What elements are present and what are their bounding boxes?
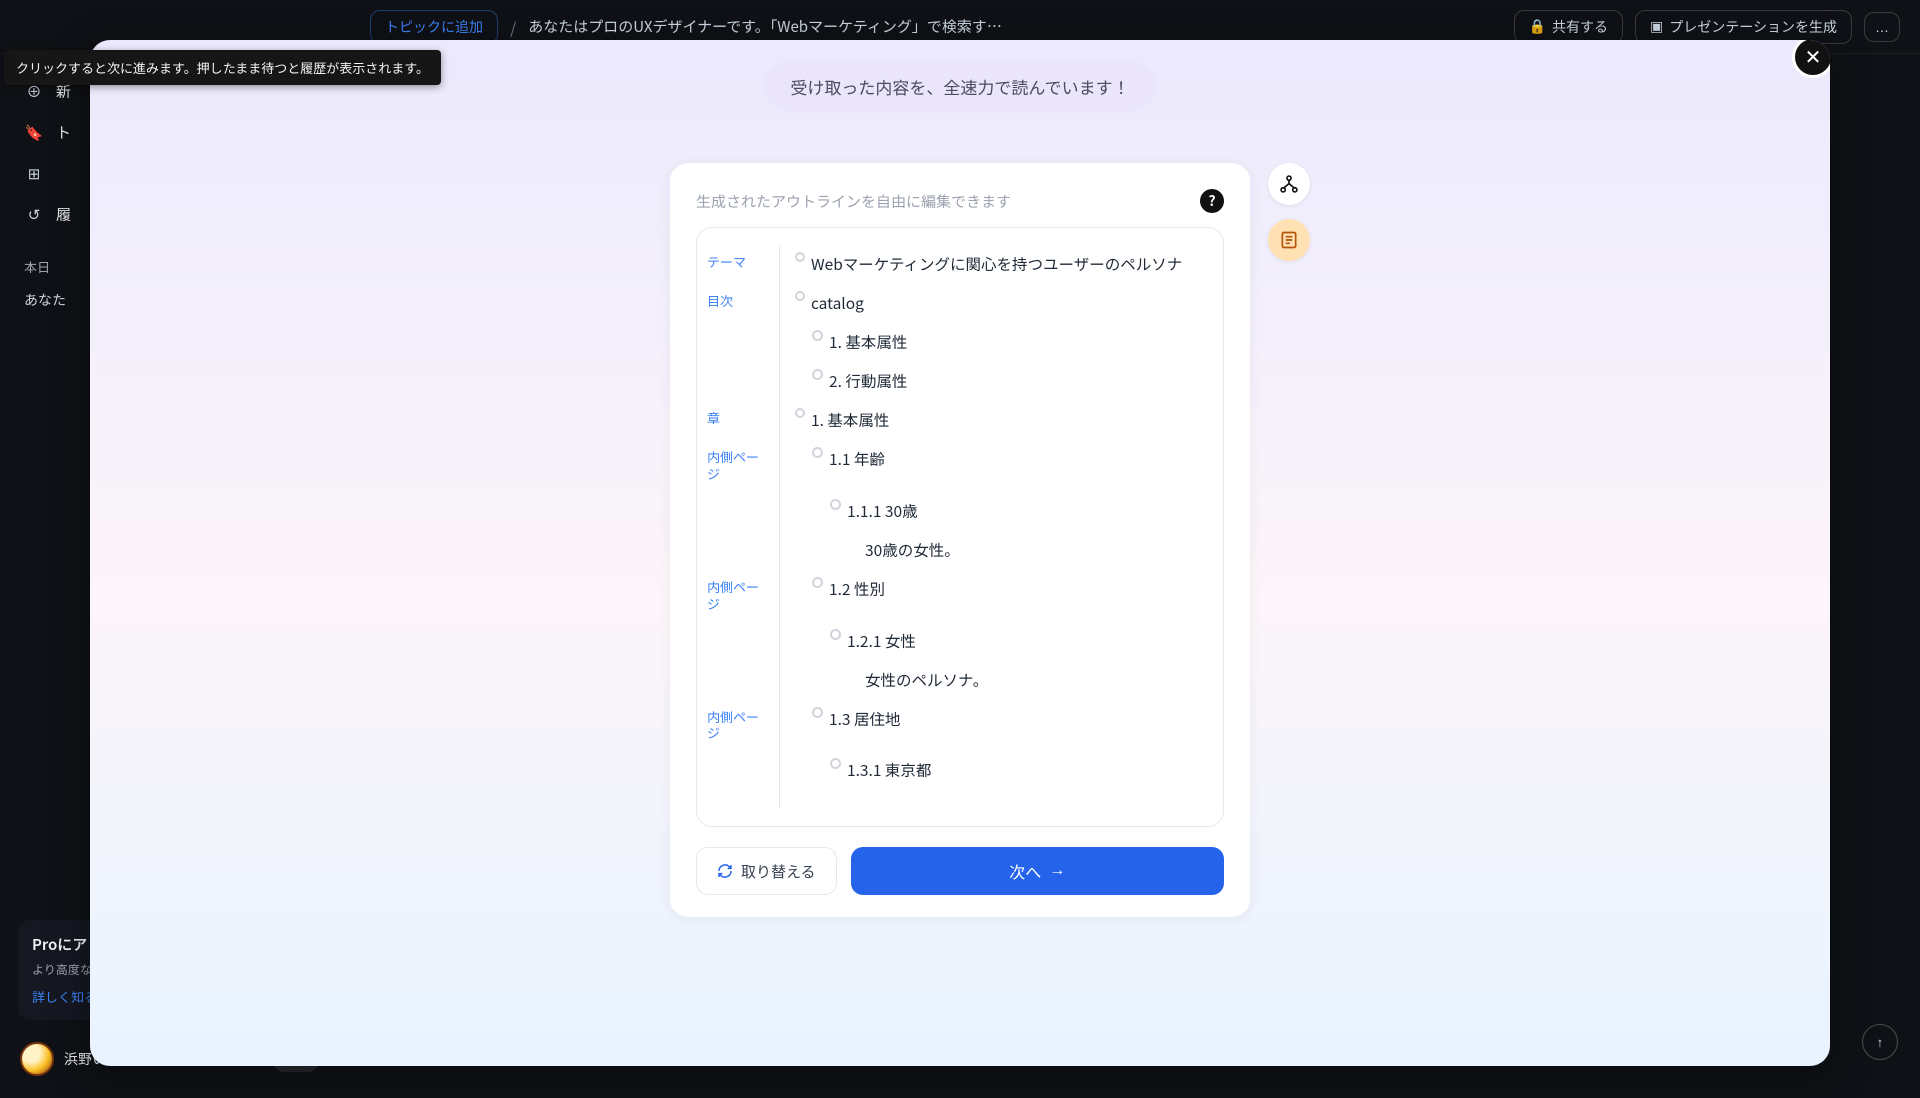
row-tag-inner: 内側ページ bbox=[707, 447, 771, 483]
row-tag-chapter: 章 bbox=[707, 408, 771, 427]
close-icon: ✕ bbox=[1805, 45, 1822, 70]
outline-row-inner-heading[interactable]: 内側ページ 1.3 居住地 bbox=[707, 699, 1205, 751]
outline-row-toc-item[interactable]: 2. 行動属性 bbox=[707, 361, 1205, 400]
help-button[interactable]: ? bbox=[1200, 189, 1224, 213]
replace-label: 取り替える bbox=[741, 861, 816, 882]
outline-row-inner-sub[interactable]: 1.3.1 東京都 bbox=[707, 750, 1205, 789]
row-tag-inner: 内側ページ bbox=[707, 707, 771, 743]
outline-mode-button[interactable] bbox=[1268, 219, 1310, 261]
row-content: 女性のペルソナ。 bbox=[865, 668, 1205, 691]
row-content: 1.3.1 東京都 bbox=[847, 758, 1205, 781]
row-content: 30歳の女性。 bbox=[865, 538, 1205, 561]
row-content: 1.1.1 30歳 bbox=[847, 499, 1205, 522]
document-list-icon bbox=[1279, 230, 1299, 250]
history-tooltip: クリックすると次に進みます。押したまま待つと履歴が表示されます。 bbox=[4, 50, 441, 85]
row-content: 1. 基本属性 bbox=[829, 330, 1205, 353]
outline-row-chapter[interactable]: 章 1. 基本属性 bbox=[707, 400, 1205, 439]
next-label: 次へ bbox=[1009, 859, 1041, 883]
row-content: 1.2 性別 bbox=[829, 577, 1205, 600]
row-content: Webマーケティングに関心を持つユーザーのペルソナ bbox=[811, 252, 1205, 275]
refresh-icon bbox=[717, 863, 733, 879]
next-button[interactable]: 次へ → bbox=[851, 847, 1224, 895]
outline-modal: ✕ 受け取った内容を、全速力で読んでいます！ bbox=[90, 40, 1830, 1066]
outline-row-toc[interactable]: 目次 catalog bbox=[707, 283, 1205, 322]
row-content: 1.1 年齢 bbox=[829, 447, 1205, 470]
row-content: 1.2.1 女性 bbox=[847, 629, 1205, 652]
row-content: 2. 行動属性 bbox=[829, 369, 1205, 392]
arrow-right-icon: → bbox=[1049, 862, 1065, 880]
outline-row-toc-item[interactable]: 1. 基本属性 bbox=[707, 322, 1205, 361]
outline-row-inner-sub[interactable]: 1.2.1 女性 bbox=[707, 621, 1205, 660]
diagram-mode-button[interactable] bbox=[1268, 163, 1310, 205]
outline-row-inner-body[interactable]: 30歳の女性。 bbox=[707, 530, 1205, 569]
row-tag-theme: テーマ bbox=[707, 252, 771, 271]
outline-row-inner-heading[interactable]: 内側ページ 1.1 年齢 bbox=[707, 439, 1205, 491]
reading-status: 受け取った内容を、全速力で読んでいます！ bbox=[764, 62, 1155, 111]
outline-actions: 取り替える 次へ → bbox=[696, 847, 1224, 895]
outline-row-inner-heading[interactable]: 内側ページ 1.2 性別 bbox=[707, 569, 1205, 621]
outline-row-theme[interactable]: テーマ Webマーケティングに関心を持つユーザーのペルソナ bbox=[707, 244, 1205, 283]
outline-body[interactable]: テーマ Webマーケティングに関心を持つユーザーのペルソナ 目次 catalog… bbox=[696, 227, 1224, 827]
row-tag-toc: 目次 bbox=[707, 291, 771, 310]
row-content: catalog bbox=[811, 291, 1205, 314]
outline-card: 生成されたアウトラインを自由に編集できます ? テーマ Webマーケティングに関… bbox=[670, 163, 1250, 917]
hierarchy-icon bbox=[1279, 174, 1299, 194]
replace-button[interactable]: 取り替える bbox=[696, 847, 837, 895]
side-round-buttons bbox=[1268, 163, 1310, 261]
row-tag-inner: 内側ページ bbox=[707, 577, 771, 613]
outline-row-inner-sub[interactable]: 1.1.1 30歳 bbox=[707, 491, 1205, 530]
modal-overlay: ✕ 受け取った内容を、全速力で読んでいます！ bbox=[0, 0, 1920, 1098]
row-content: 1.3 居住地 bbox=[829, 707, 1205, 730]
outline-row-inner-body[interactable]: 女性のペルソナ。 bbox=[707, 660, 1205, 699]
outline-header: 生成されたアウトラインを自由に編集できます ? bbox=[696, 189, 1224, 213]
row-content: 1. 基本属性 bbox=[811, 408, 1205, 431]
outline-hint: 生成されたアウトラインを自由に編集できます bbox=[696, 191, 1200, 212]
close-button[interactable]: ✕ bbox=[1792, 40, 1830, 78]
